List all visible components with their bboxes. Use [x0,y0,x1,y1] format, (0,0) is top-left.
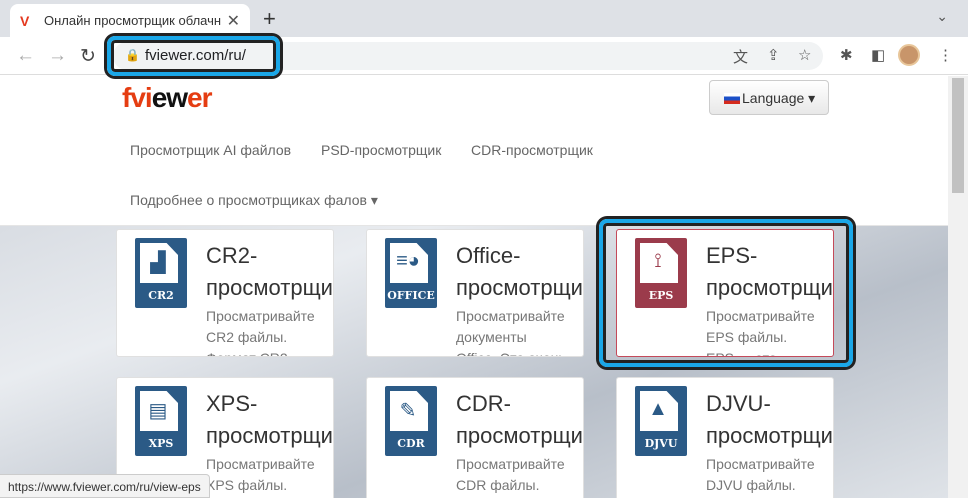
viewer-card-cr2[interactable]: ▟ CR2 CR2- просмотрщик Просматривайте CR2 ф… [116,229,334,357]
card-title: XPS-просмотрщик [206,391,334,448]
card-description: ПросматривайтеCR2 файлы.Формат CR2 ... [206,308,315,356]
extensions-icon[interactable]: ✱ [840,46,853,64]
language-dropdown[interactable]: Language ▾ [709,80,829,115]
card-title: Office-просмотрщик [456,243,584,300]
nav-cdr-viewer[interactable]: CDR-просмотрщик [471,142,593,158]
card-description: Просматривайте DJVU файлы. [706,456,815,493]
status-bar-url: https://www.fviewer.com/ru/view-eps [0,474,210,498]
menu-kebab-icon[interactable]: ⋮ [938,46,953,64]
office-file-icon: ≡◕ OFFICE [385,238,437,308]
russia-flag-icon [724,93,740,104]
nav-ai-viewer[interactable]: Просмотрщик AI файлов [130,142,291,158]
card-description: Просматривайте XPS файлы. [206,456,315,493]
bookmark-star-icon[interactable]: ☆ [798,46,811,64]
favicon-icon: V [20,12,30,29]
tab-search-chevron-icon[interactable]: ⌄ [936,8,948,25]
nav-more-viewers-dropdown[interactable]: Подробнее о просмотрщиках фалов ▾ [130,192,378,209]
highlight-address [107,36,280,76]
card-description: ПросматривайтедокументыOffice. Это очень [456,308,566,356]
highlight-eps-card [599,219,853,367]
reload-icon[interactable]: ↻ [80,45,96,68]
djvu-file-icon: ▲ DJVU [635,386,687,456]
profile-avatar[interactable] [898,44,920,66]
scrollbar-thumb[interactable] [952,78,964,193]
card-title: CDR-просмотрщик [456,391,584,448]
close-tab-icon[interactable]: ✕ [227,11,240,31]
viewer-card-djvu[interactable]: ▲ DJVU DJVU-просмотрщик Просматривайте DJV… [616,377,834,498]
forward-icon[interactable]: → [48,45,67,67]
viewer-card-office[interactable]: ≡◕ OFFICE Office-просмотрщик Просматривай… [366,229,584,357]
tab-title: Онлайн просмотрщик облачны [44,13,221,28]
browser-tab[interactable]: V Онлайн просмотрщик облачны ✕ [10,4,250,37]
translate-icon[interactable]: 文 [733,46,748,67]
site-header: fviewer Language ▾ Просмотрщик AI файлов… [0,76,948,226]
nav-psd-viewer[interactable]: PSD-просмотрщик [321,142,441,158]
new-tab-icon[interactable]: + [263,6,276,32]
card-description: Просматривайте CDR файлы. [456,456,565,493]
tab-strip: V Онлайн просмотрщик облачны ✕ + ⌄ [0,0,968,37]
page-scrollbar[interactable] [948,76,968,498]
xps-file-icon: ▤ XPS [135,386,187,456]
side-panel-icon[interactable]: ◧ [871,46,885,64]
cr2-file-icon: ▟ CR2 [135,238,187,308]
fviewer-logo[interactable]: fviewer [122,82,213,114]
back-icon[interactable]: ← [16,45,35,67]
share-icon[interactable]: ⇪ [767,46,780,64]
viewer-card-cdr[interactable]: ✎ CDR CDR-просмотрщик Просматривайте CDR ф… [366,377,584,498]
card-title: CR2- просмотрщик [206,243,334,300]
cdr-file-icon: ✎ CDR [385,386,437,456]
card-title: DJVU-просмотрщик [706,391,834,448]
